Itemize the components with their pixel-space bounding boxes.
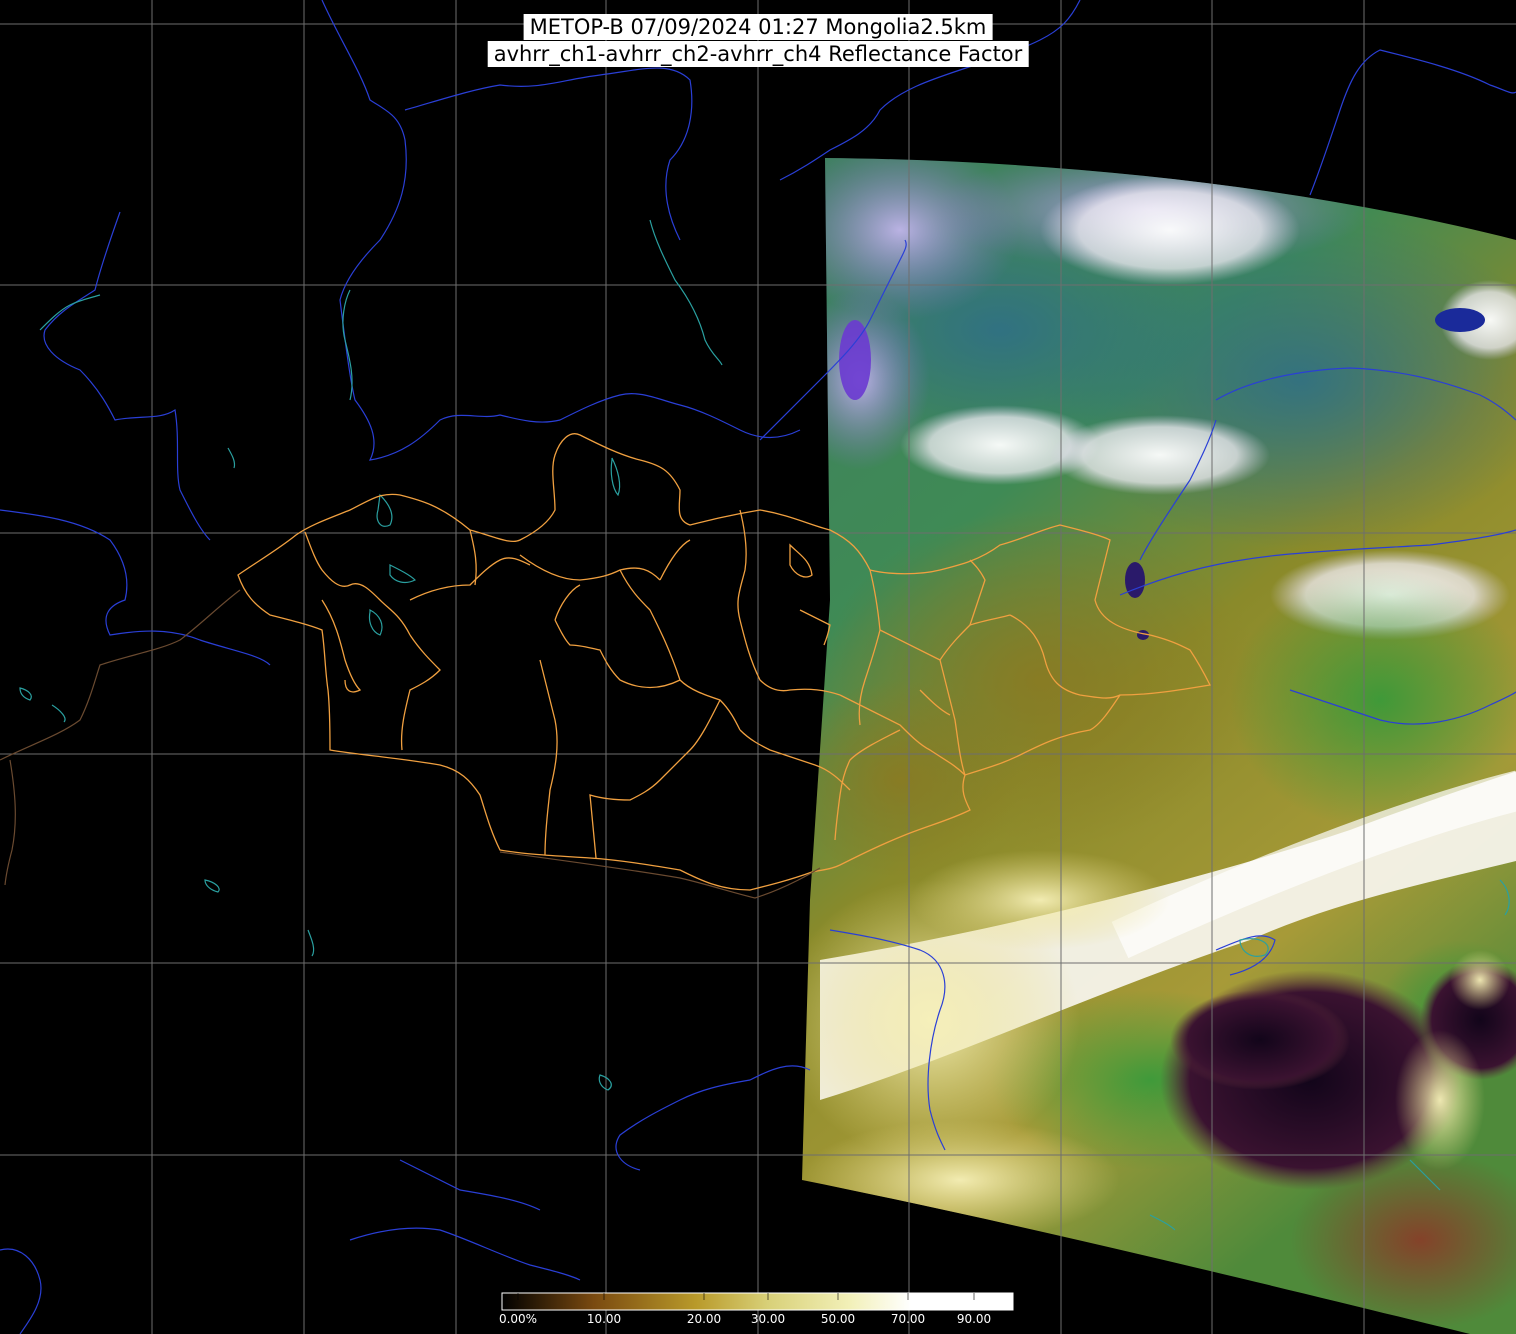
colorbar-tick-label: 10.00 bbox=[586, 1312, 622, 1326]
colorbar-tick-label: 50.00 bbox=[820, 1312, 856, 1326]
colorbar-tick-label: 30.00 bbox=[750, 1312, 786, 1326]
colorbar-tick-label: 90.00 bbox=[956, 1312, 992, 1326]
map-subtitle: avhrr_ch1-avhrr_ch2-avhrr_ch4 Reflectanc… bbox=[487, 41, 1029, 67]
colorbar bbox=[501, 1292, 1014, 1311]
colorbar-tick-label: 70.00 bbox=[890, 1312, 926, 1326]
map-title: METOP-B 07/09/2024 01:27 Mongolia2.5km bbox=[523, 14, 993, 40]
satellite-map bbox=[0, 0, 1516, 1334]
colorbar-tick-label: 0.00% bbox=[498, 1312, 538, 1326]
colorbar-tick-label: 20.00 bbox=[686, 1312, 722, 1326]
